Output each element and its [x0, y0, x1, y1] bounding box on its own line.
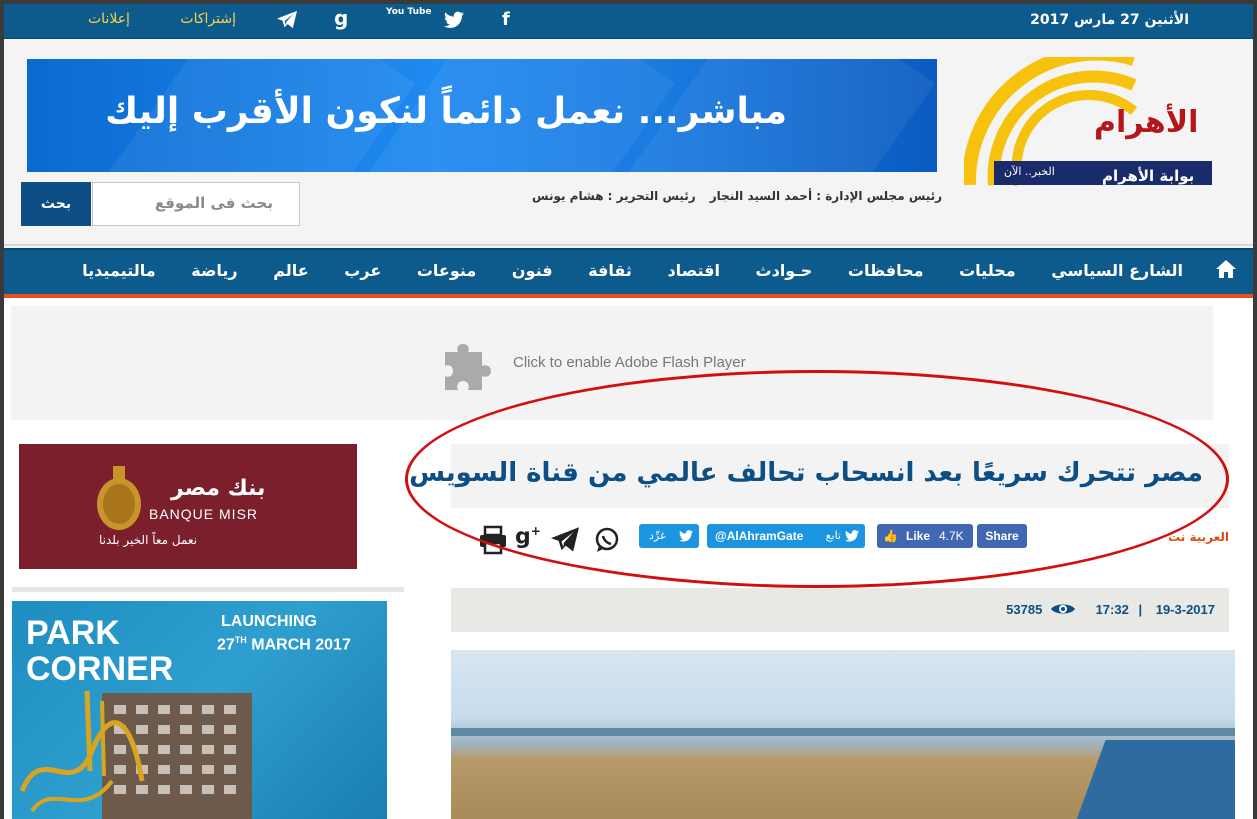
launch-label: LAUNCHING — [221, 613, 317, 630]
article-meta: 53785 17:32 | 19-3-2017 — [451, 588, 1229, 632]
article-source[interactable]: العربية نت — [1168, 530, 1229, 544]
sidebar-divider — [12, 587, 404, 592]
top-links: إشتراكات إعلانات — [88, 11, 282, 27]
google-icon[interactable]: g — [334, 6, 348, 30]
ads-link[interactable]: إعلانات — [88, 11, 130, 27]
park-corner-title: PARK CORNER — [26, 615, 173, 687]
editor-text: رئيس التحرير : هشام يونس — [532, 189, 696, 203]
search-input[interactable]: بحث فى الموقع — [92, 182, 300, 226]
gold-calligraphy-icon — [19, 690, 145, 813]
article-date: 19-3-2017 — [1155, 602, 1215, 617]
subscriptions-link[interactable]: إشتراكات — [180, 11, 236, 27]
logo-name: الأهرام — [1094, 105, 1199, 140]
nav-item-politics[interactable]: الشارع السياسي — [1051, 261, 1183, 280]
flash-placeholder[interactable]: Click to enable Adobe Flash Player — [11, 306, 1213, 420]
meta-separator: | — [1138, 602, 1143, 617]
bank-name-latin: BANQUE MISR — [149, 506, 259, 522]
article-title-box: مصر تتحرك سريعًا بعد انسحاب تحالف عالمي … — [409, 444, 1229, 508]
editors-line: رئيس مجلس الإدارة : أحمد السيد النجار رئي… — [518, 189, 942, 203]
bank-seal-icon — [94, 466, 144, 536]
article-time: 17:32 — [1095, 602, 1129, 617]
nav-items: الشارع السياسي محليات محافظات حـوادث اقت… — [52, 261, 1183, 280]
nav-item-arts[interactable]: فنون — [512, 261, 553, 280]
ahram-logo[interactable]: الأهرام بوابة الأهرام الخبر.. الآن — [961, 46, 1216, 187]
horizon-water — [451, 728, 1235, 736]
facebook-icon[interactable]: f — [502, 9, 510, 30]
logo-site: بوابة الأهرام — [1102, 167, 1195, 185]
banner-text: مباشر... نعمل دائماً لنكون الأقرب إليك — [105, 91, 787, 132]
like-count: 4.7K — [939, 529, 964, 543]
follow-label: تابع — [825, 530, 841, 542]
flash-text: Click to enable Adobe Flash Player — [513, 354, 746, 371]
twitter-bird-icon — [845, 524, 859, 550]
telegram-share-icon[interactable] — [549, 526, 581, 558]
top-bar: الأثنين 27 مارس 2017 f You Tube g إشتراك… — [4, 4, 1253, 39]
thumbs-up-icon: 👍 — [883, 529, 898, 543]
main-nav: الشارع السياسي محليات محافظات حـوادث اقت… — [4, 248, 1253, 298]
article-photo[interactable] — [451, 650, 1235, 819]
home-icon[interactable] — [1215, 259, 1239, 283]
nav-item-culture[interactable]: ثقافة — [588, 261, 632, 280]
nav-item-world[interactable]: عالم — [273, 261, 309, 280]
nav-item-multimedia[interactable]: مالتيميديا — [82, 261, 156, 280]
article-title: مصر تتحرك سريعًا بعد انسحاب تحالف عالمي … — [409, 458, 1203, 488]
park-corner-ad[interactable]: PARK CORNER LAUNCHING 27TH MARCH 2017 — [12, 601, 387, 819]
facebook-share-button[interactable]: Share — [977, 524, 1027, 548]
park-line: PARK — [26, 614, 120, 652]
content-area: Click to enable Adobe Flash Player بنك م… — [4, 298, 1253, 819]
youtube-icon[interactable]: You Tube — [386, 8, 432, 17]
like-label: Like — [906, 529, 931, 543]
twitter-follow-button[interactable]: تابع @AlAhramGate — [707, 524, 865, 548]
logo-tagline: الخبر.. الآن — [1004, 165, 1055, 178]
canal-water — [1076, 740, 1235, 819]
nav-item-arab[interactable]: عرب — [344, 261, 381, 280]
eye-icon — [1050, 602, 1076, 619]
plugin-icon — [441, 340, 497, 400]
page: الأثنين 27 مارس 2017 f You Tube g إشتراك… — [4, 4, 1253, 819]
banque-misr-ad[interactable]: بنك مصر BANQUE MISR نعمل معاً الخير بلدن… — [19, 444, 357, 569]
launch-day: 27 — [217, 636, 235, 654]
nav-item-governorates[interactable]: محافظات — [848, 261, 924, 280]
facebook-like-button[interactable]: 👍 Like 4.7K — [877, 524, 973, 548]
banner-ad[interactable]: مباشر... نعمل دائماً لنكون الأقرب إليك — [27, 59, 937, 172]
whatsapp-icon[interactable] — [593, 526, 621, 558]
search-button[interactable]: بحث — [21, 182, 91, 226]
nav-item-economy[interactable]: اقتصاد — [667, 261, 719, 280]
share-row: العربية نت Share 👍 Like 4.7K تابع @AlAhr… — [451, 524, 1229, 558]
views-count: 53785 — [1006, 602, 1043, 617]
follow-handle: @AlAhramGate — [715, 529, 804, 543]
google-plus-icon[interactable]: g+ — [515, 524, 541, 549]
launching-text: LAUNCHING 27TH MARCH 2017 — [217, 613, 351, 654]
bank-name-arabic: بنك مصر — [171, 476, 266, 501]
nav-item-misc[interactable]: منوعات — [417, 261, 476, 280]
bank-slogan: نعمل معاً الخير بلدنا — [99, 533, 198, 547]
launch-date: 27TH MARCH 2017 — [217, 631, 351, 654]
launch-month: MARCH 2017 — [251, 636, 351, 654]
site-header: الأهرام بوابة الأهرام الخبر.. الآن مباشر… — [4, 39, 1253, 246]
current-date: الأثنين 27 مارس 2017 — [1030, 12, 1189, 28]
meta-line: 53785 17:32 | 19-3-2017 — [1006, 602, 1215, 619]
launch-day-suffix: TH — [234, 635, 247, 645]
tweet-bird-icon — [679, 524, 693, 550]
nav-item-accidents[interactable]: حـوادث — [756, 261, 813, 280]
print-icon[interactable] — [477, 524, 509, 560]
chairman-text: رئيس مجلس الإدارة : أحمد السيد النجار — [709, 189, 943, 203]
tweet-button[interactable]: غرِّد — [639, 524, 699, 548]
nav-item-local[interactable]: محليات — [959, 261, 1016, 280]
twitter-icon[interactable] — [444, 11, 464, 34]
nav-item-sports[interactable]: رياضة — [191, 261, 237, 280]
tweet-label: غرِّد — [649, 530, 666, 542]
